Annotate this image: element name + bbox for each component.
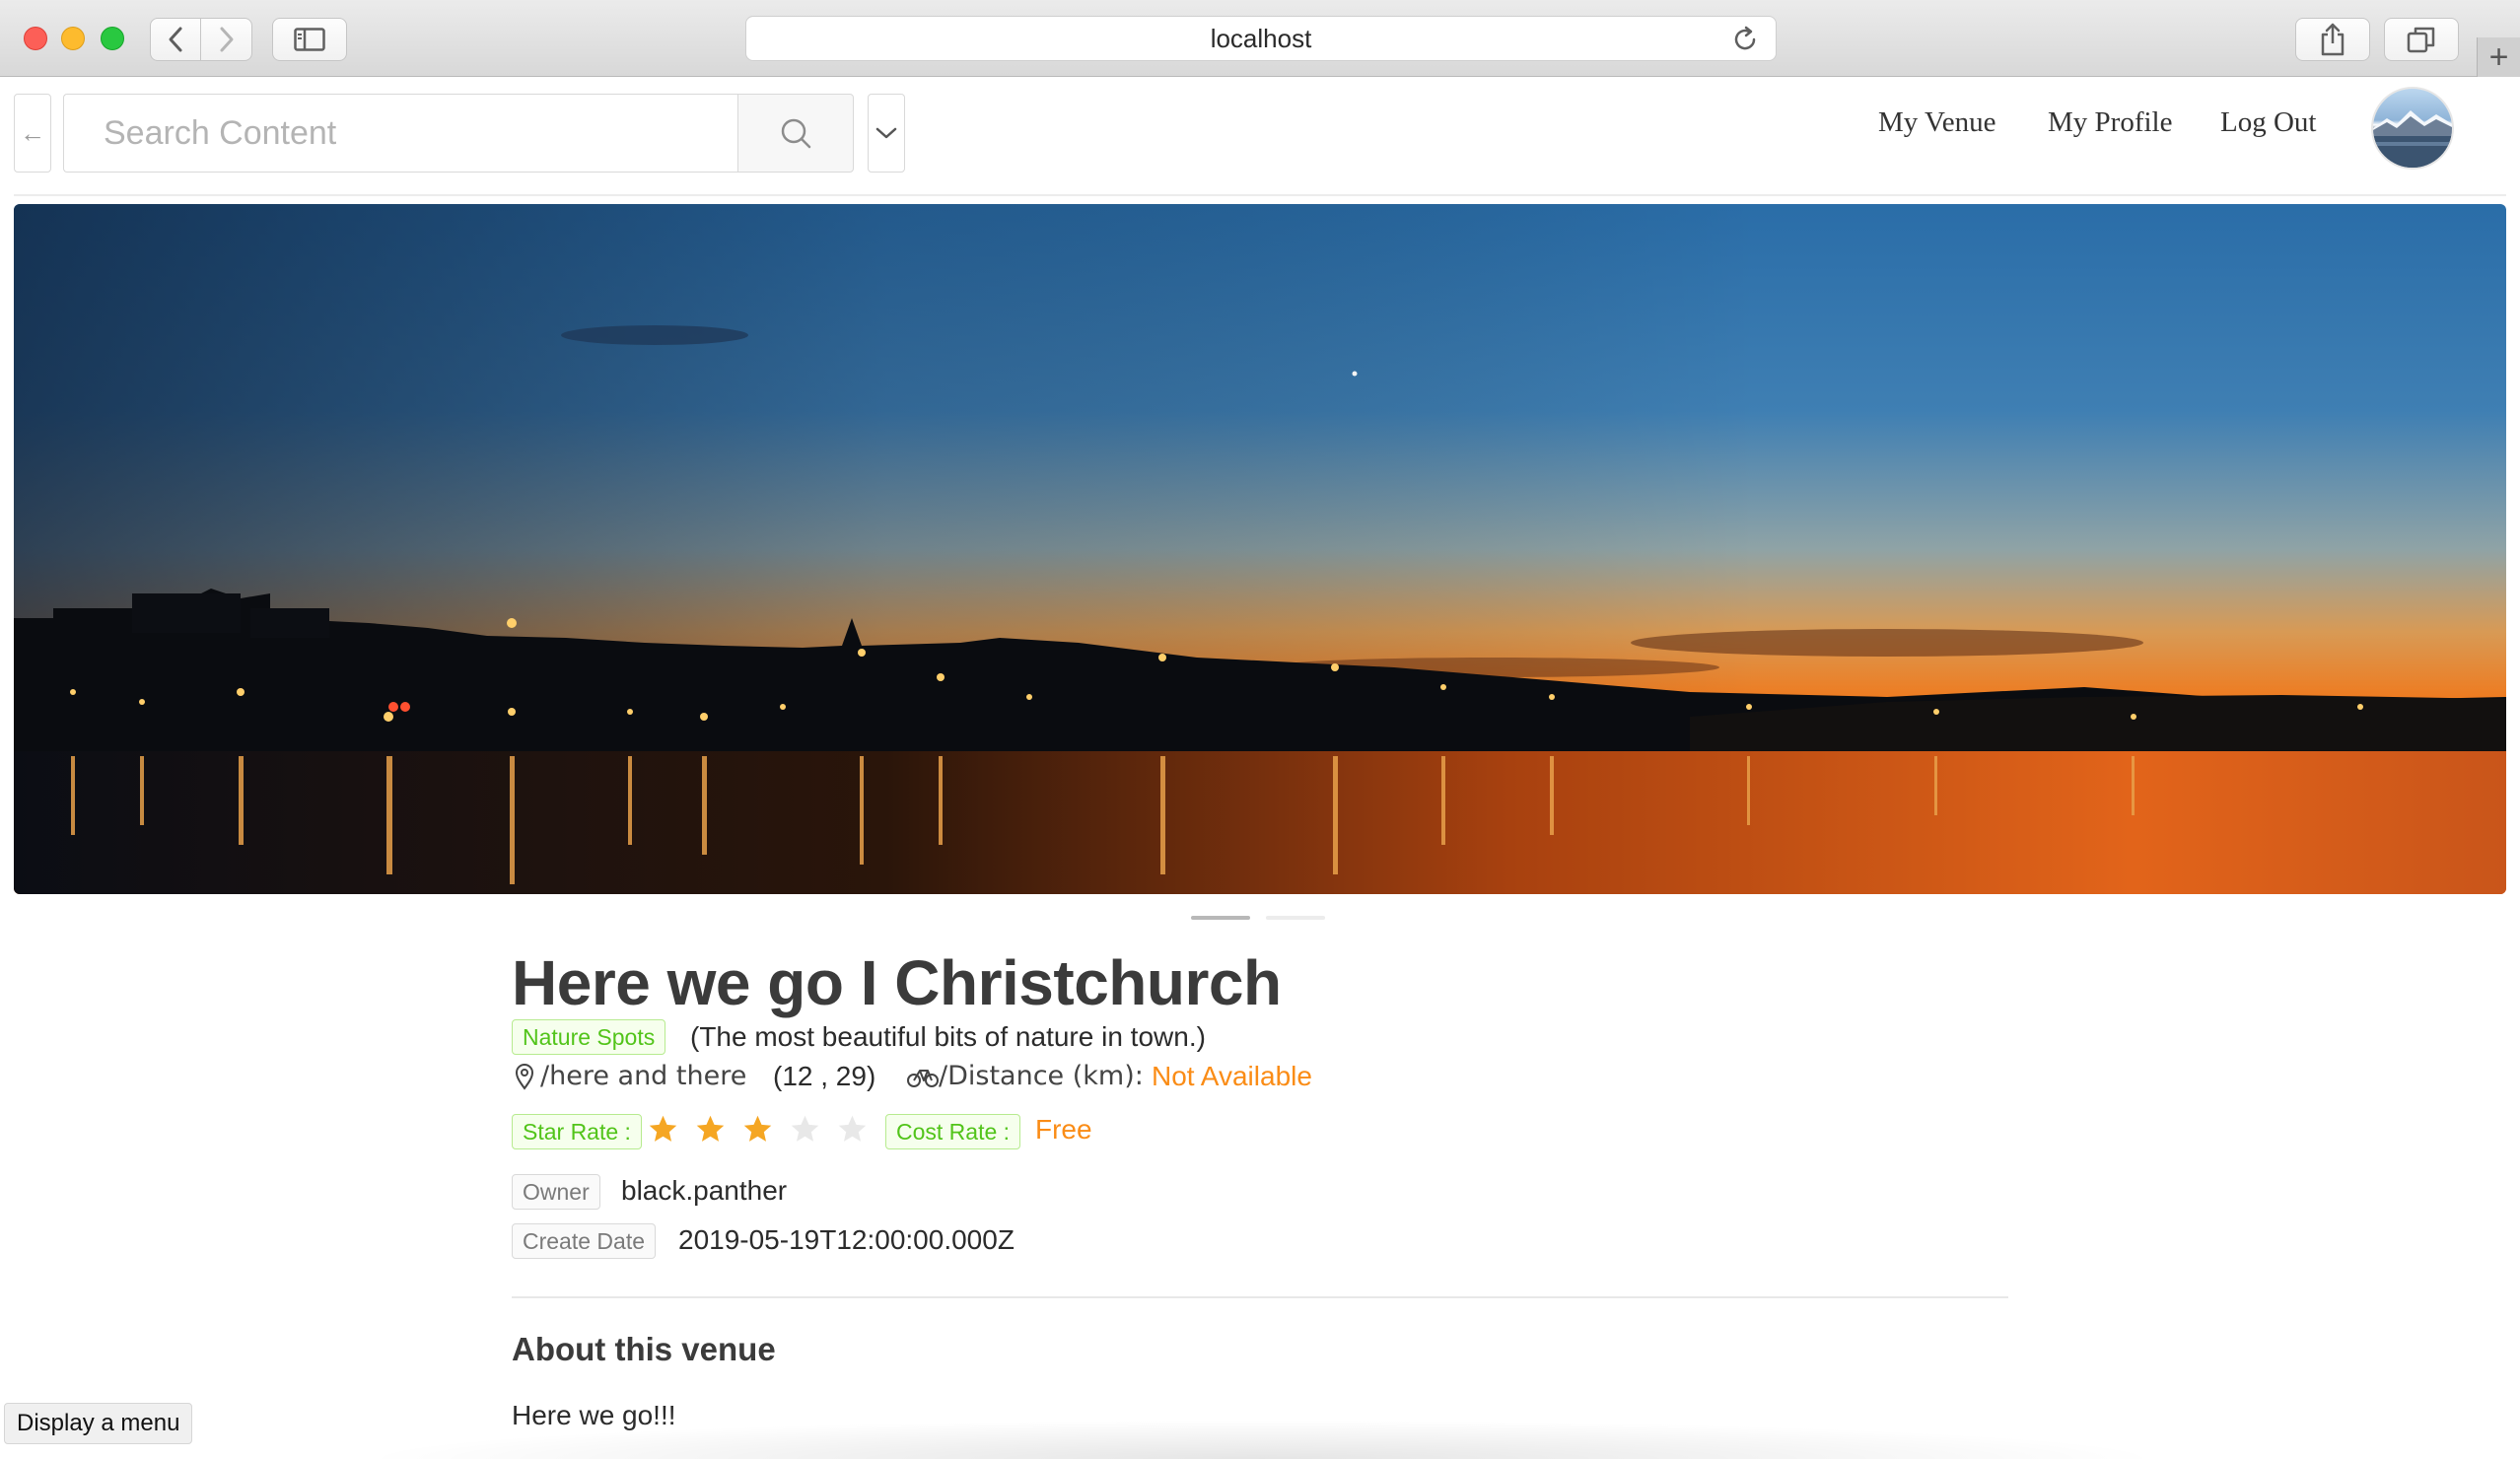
browser-back-button[interactable] bbox=[150, 18, 201, 61]
star-icon[interactable] bbox=[647, 1113, 679, 1146]
star-icon[interactable] bbox=[836, 1113, 869, 1146]
search-input[interactable] bbox=[63, 94, 737, 173]
avatar-image bbox=[2373, 110, 2452, 168]
create-date-value: 2019-05-19T12:00:00.000Z bbox=[678, 1224, 1015, 1255]
venue-hero-image[interactable] bbox=[14, 204, 2506, 894]
chevron-left-icon bbox=[169, 27, 182, 52]
location-pin-icon bbox=[515, 1064, 534, 1090]
browser-toolbar: localhost + bbox=[0, 0, 2520, 77]
star-icon[interactable] bbox=[694, 1113, 727, 1146]
address-bar[interactable]: localhost bbox=[745, 16, 1777, 61]
minimize-window-button[interactable] bbox=[61, 27, 85, 50]
carousel-dot-1[interactable] bbox=[1191, 916, 1250, 920]
bicycle-icon bbox=[907, 1070, 939, 1087]
close-window-button[interactable] bbox=[24, 27, 47, 50]
url-text: localhost bbox=[1210, 23, 1312, 53]
carousel-indicators bbox=[1191, 916, 1325, 920]
venue-title: Here we go I Christchurch bbox=[512, 947, 1282, 1018]
distance-value: Not Available bbox=[1152, 1061, 1312, 1091]
chevron-down-icon bbox=[875, 127, 897, 139]
display-menu-tooltip: Display a menu bbox=[4, 1403, 193, 1444]
distance-label: /Distance (km): bbox=[939, 1061, 1144, 1091]
category-tag: Nature Spots bbox=[512, 1019, 666, 1055]
arrow-left-icon: ← bbox=[20, 117, 45, 148]
user-avatar[interactable] bbox=[2371, 87, 2454, 170]
star-icon[interactable] bbox=[741, 1113, 774, 1146]
search-options-dropdown[interactable] bbox=[868, 94, 905, 173]
venue-coordinates: (12 , 29) bbox=[773, 1061, 876, 1091]
create-date-tag: Create Date bbox=[512, 1223, 657, 1259]
chevron-right-icon bbox=[220, 27, 233, 52]
nav-my-profile[interactable]: My Profile bbox=[2048, 106, 2172, 142]
search-button[interactable] bbox=[737, 94, 854, 173]
header-divider bbox=[14, 194, 2506, 196]
nav-log-out[interactable]: Log Out bbox=[2220, 106, 2316, 142]
reload-icon[interactable] bbox=[1730, 25, 1760, 54]
browser-forward-button[interactable] bbox=[201, 18, 252, 61]
share-icon bbox=[2321, 23, 2345, 56]
show-sidebar-button[interactable] bbox=[272, 18, 347, 61]
zoom-window-button[interactable] bbox=[101, 27, 124, 50]
sidebar-icon bbox=[294, 28, 325, 51]
tabs-overview-icon bbox=[2407, 27, 2435, 53]
sunset-cityscape-illustration bbox=[14, 204, 2506, 894]
tabs-overview-button[interactable] bbox=[2384, 18, 2459, 61]
plus-icon: + bbox=[2488, 37, 2509, 76]
cost-rate-tag: Cost Rate : bbox=[885, 1114, 1021, 1149]
about-heading: About this venue bbox=[512, 1331, 776, 1367]
nav-my-venue[interactable]: My Venue bbox=[1878, 106, 1995, 142]
search-icon bbox=[781, 118, 811, 149]
category-description: (The most beautiful bits of nature in to… bbox=[690, 1021, 1206, 1052]
star-icon[interactable] bbox=[789, 1113, 821, 1146]
owner-tag: Owner bbox=[512, 1174, 600, 1210]
venue-address: /here and there bbox=[540, 1061, 747, 1091]
share-button[interactable] bbox=[2295, 18, 2370, 61]
owner-name: black.panther bbox=[621, 1175, 788, 1206]
back-button[interactable]: ← bbox=[14, 94, 51, 173]
new-tab-button[interactable]: + bbox=[2477, 37, 2520, 77]
footer-shadow bbox=[355, 1420, 2169, 1459]
cost-rate-value: Free bbox=[1035, 1114, 1092, 1145]
section-divider bbox=[512, 1296, 2008, 1298]
star-rate-tag: Star Rate : bbox=[512, 1114, 642, 1149]
carousel-dot-2[interactable] bbox=[1266, 916, 1325, 920]
star-rating[interactable] bbox=[647, 1113, 869, 1146]
